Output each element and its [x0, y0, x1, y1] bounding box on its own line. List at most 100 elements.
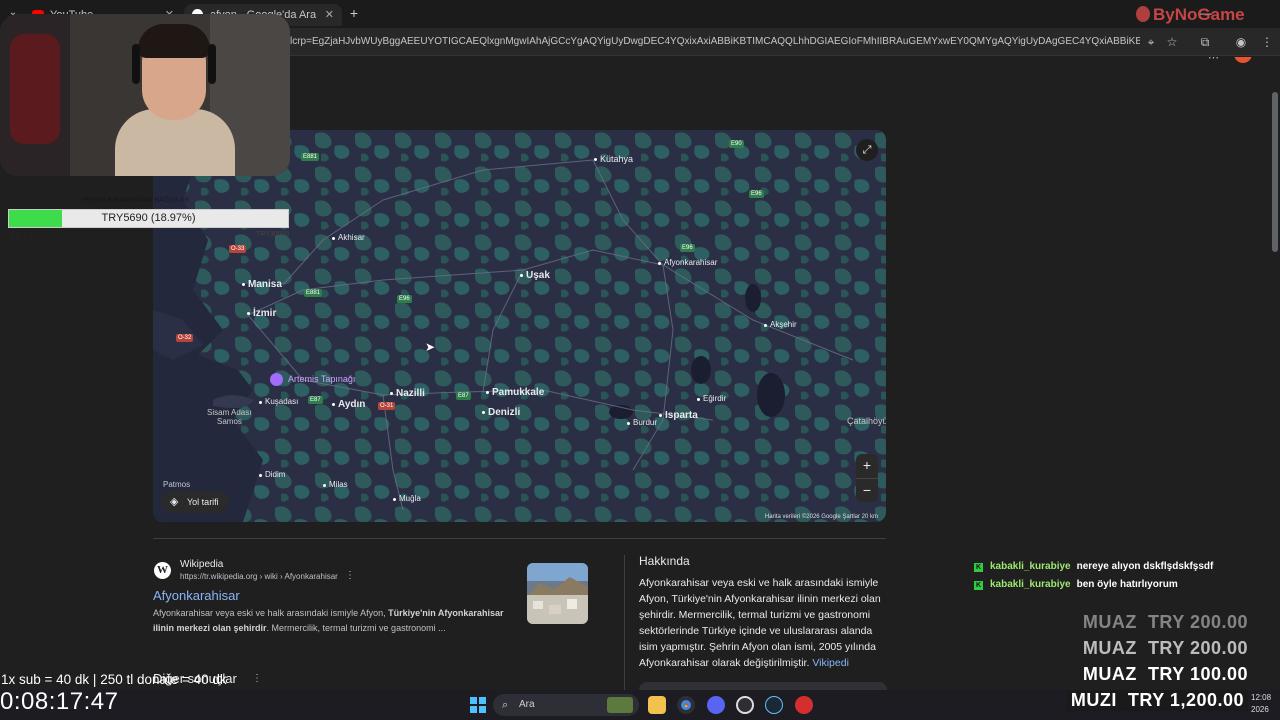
map-attribution: Harita verileri ©2026 Google Şartlar 20 … [764, 514, 878, 520]
map-city-label[interactable]: Manisa [242, 279, 282, 290]
map-city-label[interactable]: Uşak [520, 270, 550, 281]
map-city-label[interactable]: Muğla [393, 494, 421, 503]
about-heading: Hakkında [639, 554, 690, 568]
chat-username: kabakli_kurabiye [990, 561, 1071, 572]
chat-message: Kkabakli_kurabiye nereye alıyon dskflşdsk… [974, 561, 1213, 572]
map-island-label[interactable]: Sisam Adası [207, 408, 251, 417]
chrome-icon[interactable] [677, 696, 695, 714]
donation-alert: MUAZ TRY 100.00 [1082, 664, 1248, 684]
road-shield: O-31 [378, 402, 396, 410]
about-source-link[interactable]: Vikipedi [812, 657, 849, 669]
directions-icon: ◈ [170, 496, 179, 508]
streamer-webcam [0, 14, 290, 176]
map-city-label[interactable]: Nazilli [390, 388, 425, 399]
zoom-in-button[interactable]: + [856, 454, 878, 478]
map-city-label[interactable]: Pamukkale [485, 387, 544, 398]
road-shield: E881 [304, 289, 323, 297]
file-explorer-icon[interactable] [648, 696, 666, 714]
close-tab-icon[interactable]: ✕ [325, 4, 334, 26]
result-thumbnail-image[interactable] [527, 563, 588, 624]
obs-recorder-icon[interactable] [795, 696, 813, 714]
chat-text: ben öyle hatırlıyorum [1076, 579, 1178, 590]
map-city-label[interactable]: Isparta [659, 410, 698, 421]
map-city-label[interactable]: Denizli [481, 407, 520, 418]
donation-alert: MUZI TRY 1,200.00 [1066, 690, 1248, 711]
steam-icon[interactable] [765, 696, 783, 714]
map-city-label[interactable]: Eğirdir [696, 394, 726, 403]
result-source-name[interactable]: Wikipedia [180, 559, 223, 570]
account-avatar[interactable] [1234, 57, 1252, 63]
map-city-label[interactable]: İzmir [246, 308, 276, 319]
location-icon[interactable]: ⌖ [1143, 34, 1159, 50]
donation-goal-label: PEŞİMİ BIRAKMAYAN BAĞIŞLAR [82, 197, 190, 204]
watermark-logo: ByNoGame [1136, 5, 1245, 25]
road-shield: E96 [749, 190, 764, 198]
new-tab-button[interactable]: + [346, 4, 362, 22]
map-island-label[interactable]: Patmos [163, 480, 190, 489]
donation-goal-text: TRY5690 (18.97%) [101, 212, 196, 224]
donation-goal-max: TRY30000 [256, 231, 290, 238]
donation-alert: MUAZ TRY 200.00 [1082, 612, 1248, 632]
clock-year[interactable]: 2026 [1251, 705, 1269, 714]
map-city-label[interactable]: Burdur [626, 418, 657, 427]
result-snippet: Afyonkarahisar veya eski ve halk arasınd… [153, 608, 504, 633]
directions-label: Yol tarifi [187, 497, 219, 507]
map-city-label[interactable]: Çatalhöyü [847, 416, 886, 426]
landmark-pin-icon [270, 373, 283, 386]
road-shield: E96 [680, 244, 695, 252]
profile-icon[interactable]: ◉ [1233, 34, 1249, 50]
clock-app-icon[interactable] [736, 696, 754, 714]
map-city-label[interactable]: Afyonkarahisar [657, 258, 717, 267]
donation-alert: MUAZ TRY 200.00 [1082, 638, 1248, 658]
chat-message: Kkabakli_kurabiye ben öyle hatırlıyorum [974, 579, 1178, 590]
donation-goal-min: TRY0 [10, 231, 33, 241]
map-city-label[interactable]: Kütahya [593, 154, 633, 164]
road-shield: O-32 [176, 334, 194, 342]
about-divider [624, 555, 625, 690]
subathon-info: 1x sub = 40 dk | 250 tl donate = 40 dk [1, 672, 227, 687]
clock-time[interactable]: 12:08 [1251, 693, 1271, 702]
taskbar-search-box[interactable]: ⌕ Ara [493, 694, 639, 716]
bookmark-star-icon[interactable]: ☆ [1164, 34, 1180, 50]
zoom-out-button[interactable]: − [856, 478, 878, 502]
road-shield: E881 [301, 153, 320, 161]
chat-username: kabakli_kurabiye [990, 579, 1071, 590]
map-poi-label[interactable]: Artemis Tapınağı [270, 373, 355, 386]
windows-start-icon[interactable] [470, 697, 486, 713]
road-shield: E96 [397, 295, 412, 303]
scrollbar-thumb[interactable] [1272, 92, 1278, 252]
map-island-label[interactable]: Samos [217, 417, 242, 426]
map-cursor-icon: ➤ [425, 340, 436, 354]
search-highlight-image [607, 697, 633, 713]
map-city-label[interactable]: Aydın [331, 399, 365, 410]
map-city-label[interactable]: Akhisar [332, 233, 365, 242]
apps-icon[interactable]: ⋯ [1208, 57, 1219, 64]
map-city-label[interactable]: Didim [258, 470, 285, 479]
result-url[interactable]: https://tr.wikipedia.org › wiki › Afyonk… [180, 572, 338, 581]
discord-icon[interactable] [707, 696, 725, 714]
extensions-icon[interactable]: ⧉ [1197, 34, 1213, 50]
road-shield: E87 [456, 392, 471, 400]
subathon-timer: 0:08:17:47 [0, 688, 119, 715]
wikipedia-favicon-icon: W [154, 562, 171, 579]
watermark-icon [1136, 6, 1150, 22]
kick-icon: K [974, 563, 983, 572]
map-city-label[interactable]: Milas [323, 480, 348, 489]
kick-icon: K [974, 581, 983, 590]
result-more-icon[interactable]: ⋮ [345, 570, 355, 581]
other-results-more-icon[interactable]: ⋮ [252, 673, 262, 684]
fullscreen-map-button[interactable]: ⤢ [856, 139, 878, 161]
map-panel[interactable]: Kütahya Akhisar Manisa Uşak Afyonkarahis… [153, 130, 886, 522]
donation-goal-bar: TRY5690 (18.97%) [8, 209, 289, 228]
road-shield: E90 [729, 140, 744, 148]
about-panel-text: Afyonkarahisar veya eski ve halk arasınd… [639, 577, 881, 669]
menu-kebab-icon[interactable]: ⋮ [1259, 34, 1275, 50]
result-title-link[interactable]: Afyonkarahisar [153, 588, 240, 603]
map-city-label[interactable]: Kuşadası [258, 397, 298, 406]
map-city-label[interactable]: Akşehir [764, 320, 797, 329]
url-input[interactable]: lcrp=EgZjaHJvbWUyBggAEEUYOTIGCAEQlxgnMgw… [290, 32, 1140, 52]
section-divider [153, 538, 886, 539]
road-shield: O-33 [229, 245, 247, 253]
chat-text: nereye alıyon dskflşdskfşsdf [1076, 561, 1214, 572]
directions-button[interactable]: ◈ Yol tarifi [161, 491, 229, 513]
